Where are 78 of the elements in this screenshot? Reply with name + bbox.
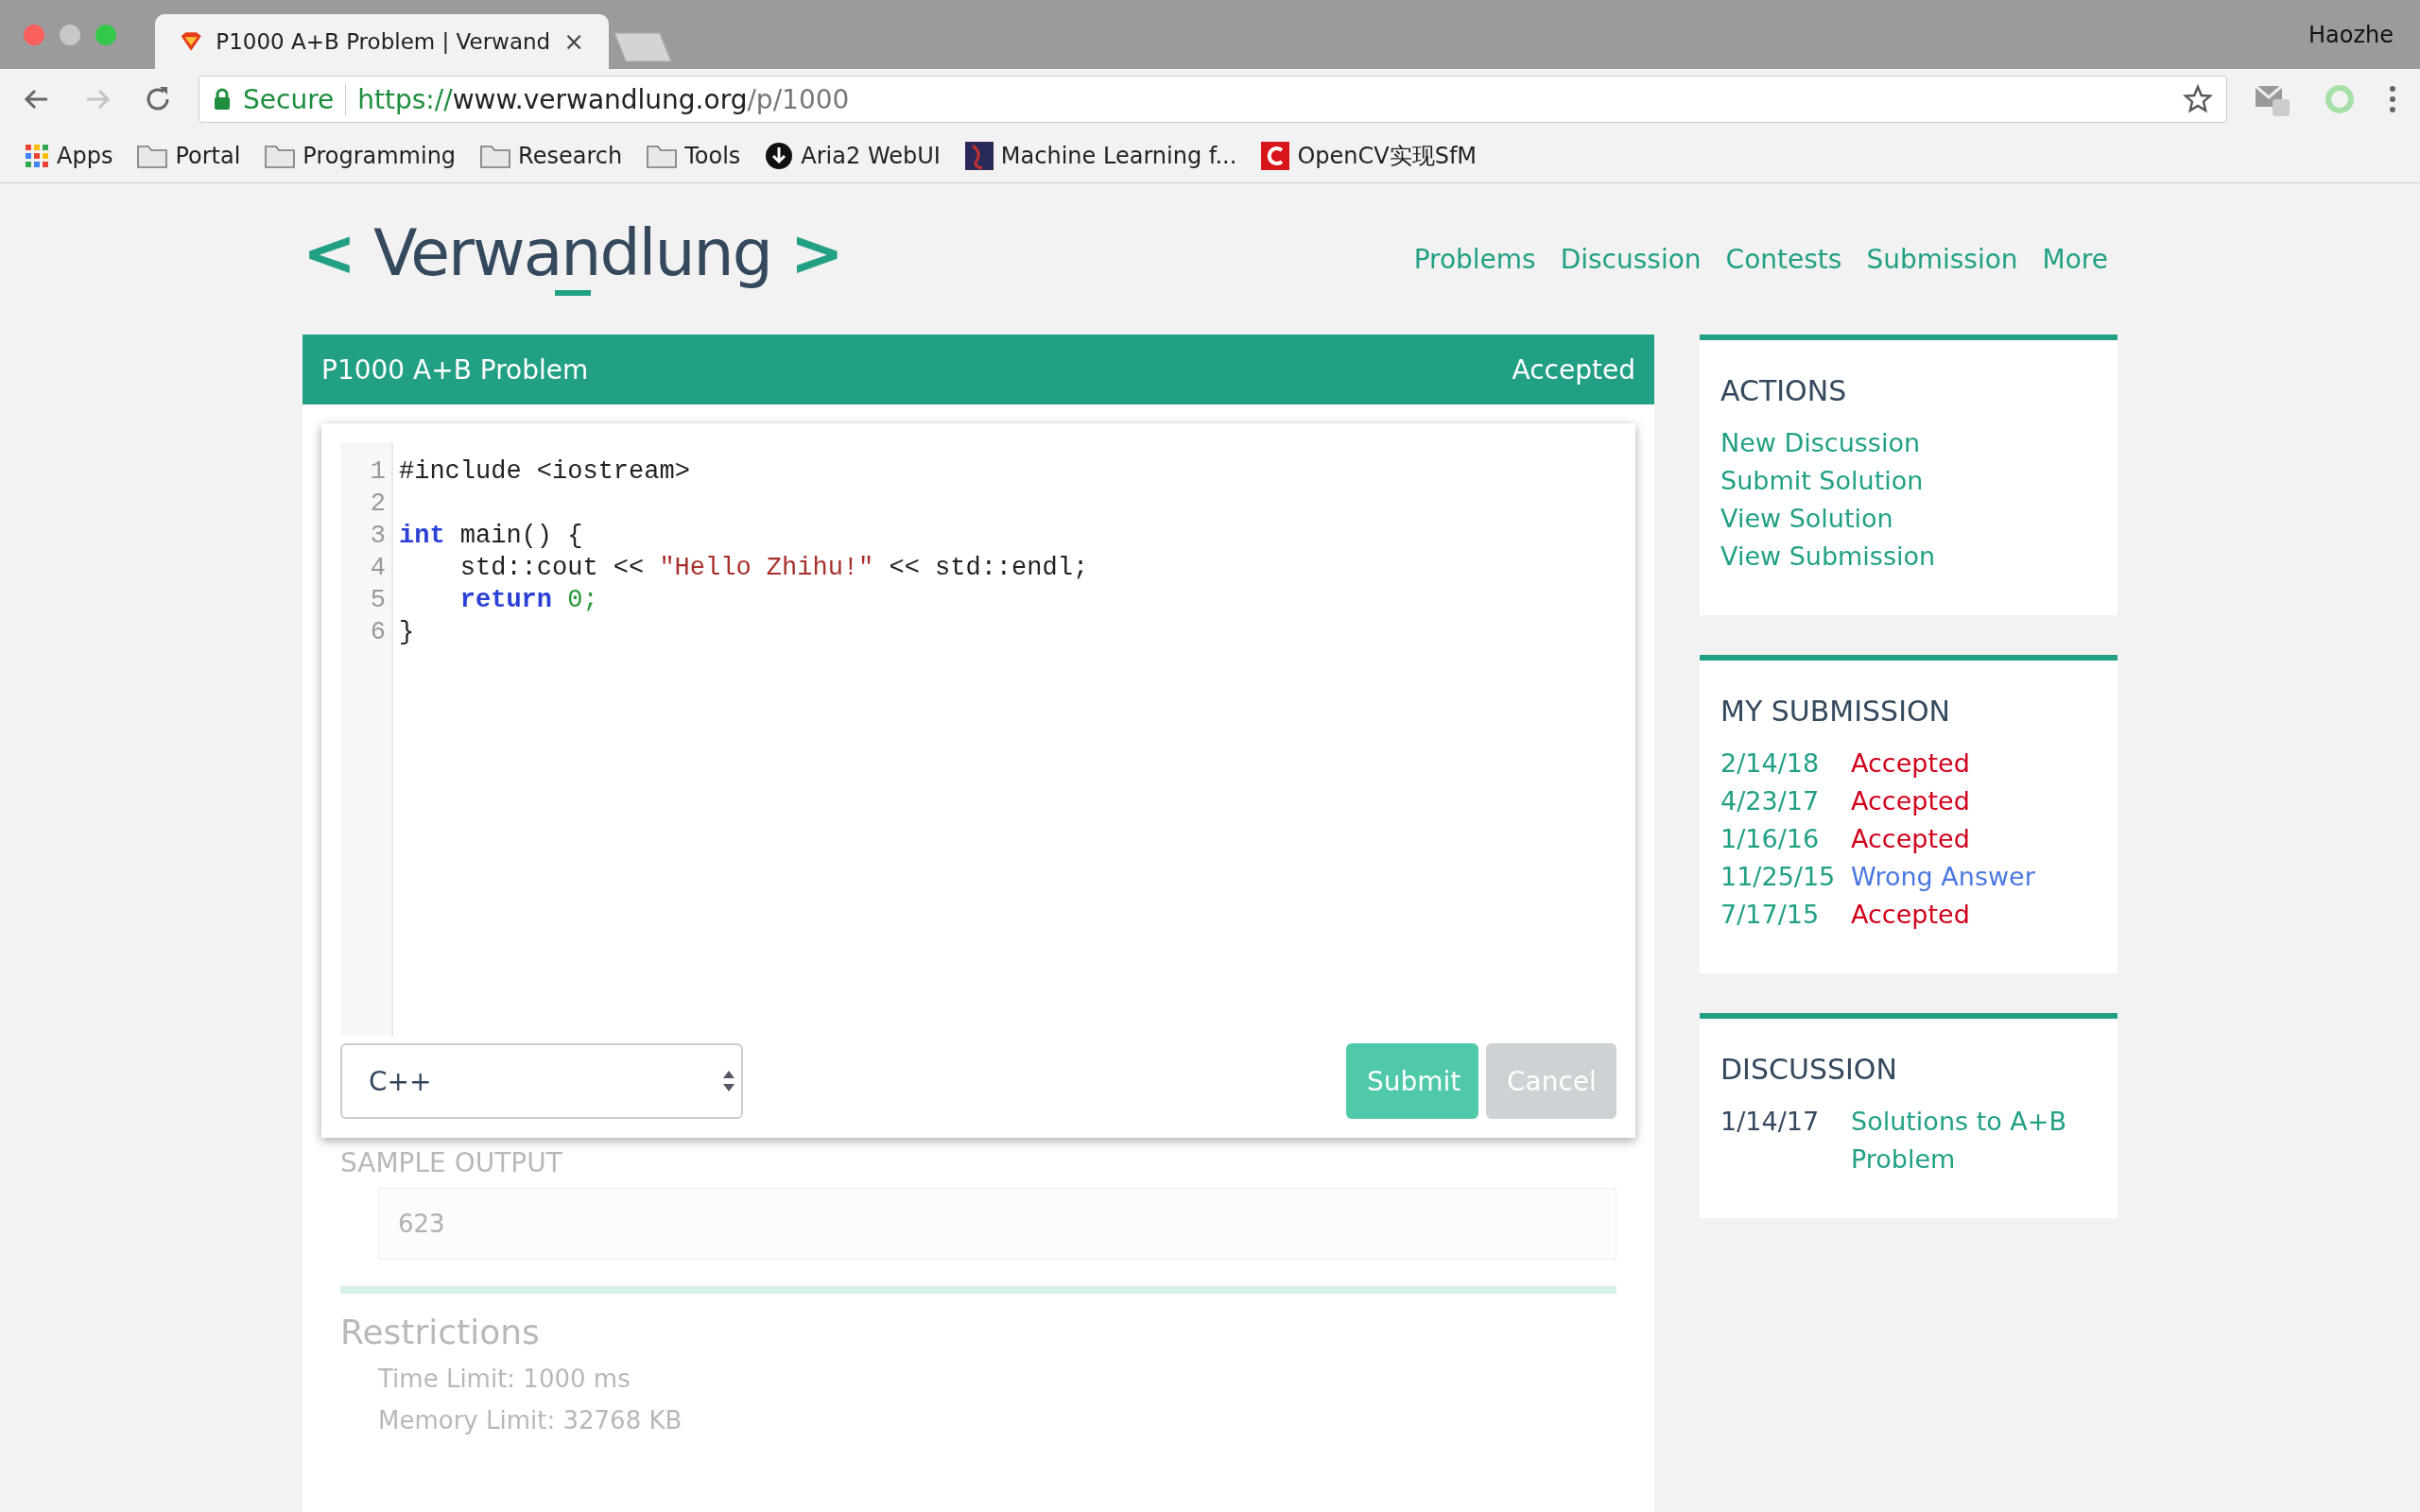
submission-result[interactable]: Accepted	[1851, 745, 1970, 782]
profile-name[interactable]: Haozhe	[2308, 21, 2394, 48]
card-title: ACTIONS	[1720, 374, 1848, 407]
window-control-icon	[23, 23, 45, 46]
bookmark[interactable]: Aria2 WebUI	[765, 142, 941, 170]
underline-mark	[555, 289, 591, 296]
bookmark[interactable]: OpenCV实现SfM	[1261, 141, 1478, 171]
nav-link[interactable]: More	[2042, 243, 2108, 275]
section-label: SAMPLE OUTPUT	[340, 1147, 563, 1178]
code-line: int main() {	[399, 521, 584, 552]
logo-icon	[1261, 142, 1290, 170]
download-icon	[765, 142, 794, 170]
folder-icon	[480, 144, 511, 168]
new-tab-icon	[613, 31, 673, 63]
grid-icon	[25, 144, 49, 168]
topic-link[interactable]: Solutions to A+B Problem	[1851, 1103, 2097, 1178]
line-number: 4	[369, 553, 386, 584]
language-select[interactable]: C++	[340, 1043, 743, 1119]
thumbnail-icon	[964, 142, 994, 170]
url-text: https://www.verwandlung.org/p/1000	[357, 83, 851, 115]
close-icon[interactable]: ×	[563, 27, 584, 56]
submission-result[interactable]: Wrong Answer	[1851, 858, 2035, 896]
submission-date: 1/16/16	[1720, 823, 1821, 855]
line-number: 3	[369, 521, 386, 552]
code-editor[interactable]: 1 2 3 4 5 6 #include <iostream> int main() { std::cout << "Hello Zhihu!" << std::endl; return 0; }	[340, 442, 1616, 1036]
code-line: std::cout << "Hello Zhihu!" << std::endl;	[458, 553, 1090, 584]
section-text: Time Limit: 1000 ms	[378, 1365, 631, 1393]
card-title: DISCUSSION	[1720, 1053, 1898, 1086]
problem-status: Accepted	[1512, 353, 1635, 386]
action-link[interactable]: Submit Solution	[1720, 462, 2097, 500]
submission-result[interactable]: Accepted	[1851, 782, 1970, 820]
menu-icon	[2388, 83, 2397, 115]
submission-date: 7/17/15	[1720, 899, 1821, 931]
address-bar[interactable]: Secure https://www.verwandlung.org/p/1000	[199, 76, 2227, 123]
submission-date: 2/14/18	[1720, 747, 1821, 780]
bookmark[interactable]: Research	[480, 143, 623, 169]
discussion-date: 1/14/17	[1720, 1106, 1821, 1138]
window-control-icon	[59, 23, 81, 46]
nav-link[interactable]: Discussion	[1560, 243, 1702, 275]
window-control-icon	[95, 23, 117, 46]
ring-icon	[2324, 83, 2356, 115]
star-icon	[2183, 84, 2213, 114]
line-number: 5	[369, 585, 386, 616]
nav-link[interactable]: Problems	[1413, 243, 1536, 275]
folder-icon	[137, 144, 168, 168]
action-link[interactable]: View Solution	[1720, 500, 2097, 538]
lock-icon	[213, 88, 232, 111]
folder-icon	[265, 144, 296, 168]
line-number: 1	[369, 456, 386, 488]
security-label: Secure	[243, 83, 347, 115]
line-number: 2	[369, 489, 386, 520]
nav-link[interactable]: Submission	[1866, 243, 2018, 275]
bookmark[interactable]: Apps	[25, 143, 113, 169]
submission-result[interactable]: Accepted	[1851, 896, 1970, 934]
bookmark[interactable]: Programming	[265, 143, 457, 169]
card-title: MY SUBMISSION	[1720, 695, 1952, 728]
section-text: Memory Limit: 32768 KB	[378, 1406, 683, 1435]
tab-title: P1000 A+B Problem | Verwand	[216, 29, 551, 54]
action-link[interactable]: View Submission	[1720, 538, 2097, 576]
section-heading: Restrictions	[340, 1313, 541, 1351]
line-number: 6	[369, 617, 386, 648]
bookmark[interactable]: Machine Learning f...	[964, 142, 1237, 170]
browser-tab[interactable]: P1000 A+B Problem | Verwand ×	[155, 14, 609, 69]
folder-icon	[647, 144, 678, 168]
bookmark[interactable]: Portal	[137, 143, 241, 169]
bookmark[interactable]: Tools	[647, 143, 741, 169]
action-link[interactable]: New Discussion	[1720, 424, 2097, 462]
nav-link[interactable]: Contests	[1725, 243, 1842, 275]
problem-title: P1000 A+B Problem	[321, 353, 589, 386]
code-line: return 0;	[458, 585, 599, 616]
updown-icon	[722, 1069, 735, 1093]
submission-date: 4/23/17	[1720, 785, 1821, 817]
submission-result[interactable]: Accepted	[1851, 820, 1970, 858]
sample-box: 623	[378, 1188, 1616, 1260]
submission-date: 11/25/15	[1720, 861, 1837, 893]
code-line: }	[399, 617, 416, 648]
code-line: #include <iostream>	[399, 456, 691, 488]
site-logo[interactable]: < Verwandlung >	[302, 215, 842, 303]
